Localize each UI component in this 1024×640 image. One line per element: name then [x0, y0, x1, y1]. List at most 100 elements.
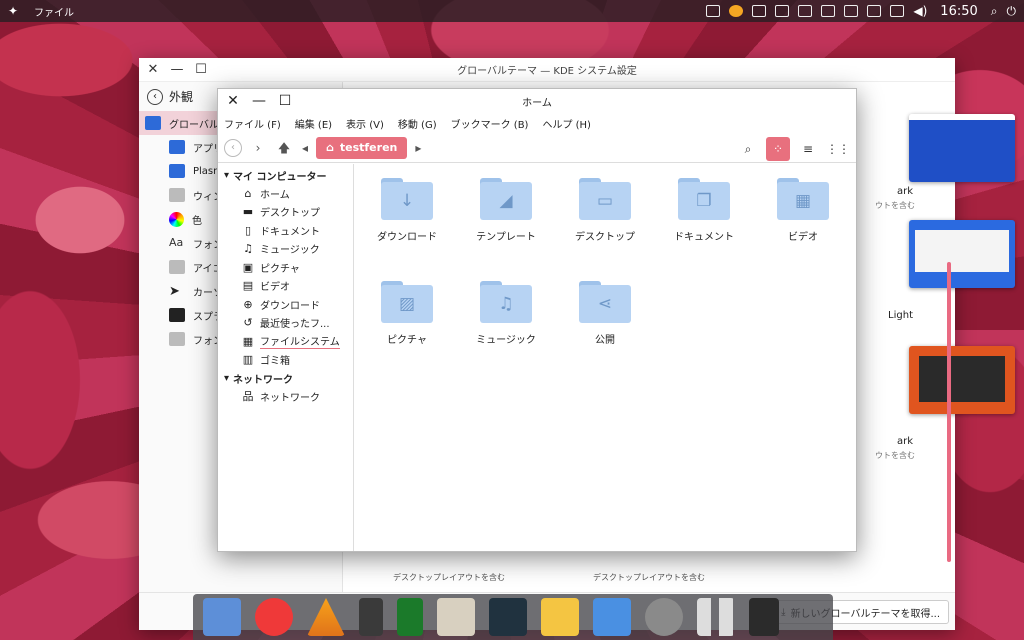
sidebar-item-label: グローバル [169, 119, 219, 131]
keyboard-icon[interactable] [706, 5, 721, 17]
share-folder-icon: ⋖ [579, 285, 631, 323]
clock[interactable]: 16:50 [940, 4, 977, 19]
music-folder-icon: ♫ [480, 285, 532, 323]
menu-go[interactable]: 移動 (G) [398, 116, 437, 131]
shutdown-icon[interactable]: ⏻ [1007, 4, 1017, 19]
theme-name: Light [888, 310, 913, 321]
minimize-icon[interactable]: — [167, 62, 187, 77]
place-desktop[interactable]: ▬ デスクトップ [218, 203, 353, 222]
place-filesystem[interactable]: ▦ ファイルシステム [218, 332, 353, 351]
places-panel: ▾ マイ コンピューター ⌂ ホーム ▬ デスクトップ ▯ ドキュメント ♫ ミュージック… [218, 164, 354, 551]
folder-pictures[interactable]: ▨ ピクチャ [362, 281, 452, 346]
folder-desktop[interactable]: ▭ デスクトップ [560, 178, 650, 243]
place-network[interactable]: 品ネットワーク [218, 387, 353, 406]
details-view-icon[interactable]: ⋮⋮ [826, 137, 850, 161]
system-monitor-icon[interactable] [489, 598, 527, 636]
theme-thumbnail-orange-dark[interactable] [909, 346, 1015, 414]
close-icon[interactable]: ✕ [222, 93, 244, 109]
up-icon[interactable]: 🡅 [274, 138, 294, 158]
app-grid-icon[interactable] [697, 598, 735, 636]
network-icon[interactable] [890, 5, 905, 17]
desktop-icon: ▬ [242, 205, 254, 219]
back-label: 外観 [169, 90, 194, 104]
cursor-icon: ➤ [169, 284, 180, 299]
breadcrumb-right-icon[interactable]: ▸ [413, 138, 423, 158]
notepad-icon[interactable] [397, 598, 423, 636]
place-label: ドキュメント [260, 226, 320, 238]
folder-downloads[interactable]: ↓ ダウンロード [362, 178, 452, 243]
search-icon[interactable]: ⌕ [736, 137, 760, 161]
store-icon[interactable] [593, 598, 631, 636]
place-videos[interactable]: ▤ ビデオ [218, 277, 353, 296]
folder-name: ビデオ [788, 232, 818, 243]
theme-thumbnail-dark[interactable] [909, 114, 1015, 182]
folder-music[interactable]: ♫ ミュージック [461, 281, 551, 346]
screen-icon[interactable] [844, 5, 859, 17]
network-group-header[interactable]: ▾ ネットワーク [218, 369, 353, 387]
place-documents[interactable]: ▯ ドキュメント [218, 221, 353, 240]
notes-icon[interactable] [359, 598, 383, 636]
place-home[interactable]: ⌂ ホーム [218, 184, 353, 203]
sidebar-item-label: 色 [192, 215, 202, 227]
menu-help[interactable]: ヘルプ (H) [542, 116, 591, 131]
forward-icon[interactable]: › [248, 138, 268, 158]
folder-videos[interactable]: ▦ ビデオ [758, 178, 848, 243]
place-recent[interactable]: ↺ 最近使ったフ... [218, 314, 353, 333]
picture-icon: ▣ [242, 260, 254, 274]
home-icon: ⌂ [326, 141, 334, 154]
folder-name: テンプレート [476, 232, 536, 243]
menu-bar: ファイル (F) 編集 (E) 表示 (V) 移動 (G) ブックマーク (B)… [218, 113, 856, 133]
folder-documents[interactable]: ❐ ドキュメント [659, 178, 749, 243]
menu-bookmarks[interactable]: ブックマーク (B) [451, 116, 529, 131]
desktop-folder-icon: ▭ [579, 182, 631, 220]
plasma-style-icon [169, 164, 185, 178]
place-label: ネットワーク [260, 392, 320, 404]
back-icon[interactable]: ‹ [224, 138, 242, 157]
menu-view[interactable]: 表示 (V) [346, 116, 384, 131]
vivaldi-icon[interactable] [255, 598, 293, 636]
clipboard-icon[interactable] [752, 5, 767, 17]
scrollbar[interactable] [947, 262, 951, 562]
maximize-icon[interactable]: ☐ [274, 93, 296, 109]
trash-icon: ▥ [242, 353, 254, 367]
photos-icon[interactable] [437, 598, 475, 636]
active-app-title[interactable]: ファイル [34, 4, 74, 19]
place-trash[interactable]: ▥ ゴミ箱 [218, 351, 353, 370]
place-pictures[interactable]: ▣ ピクチャ [218, 258, 353, 277]
menu-edit[interactable]: 編集 (E) [295, 116, 332, 131]
usb-icon[interactable] [798, 5, 813, 17]
theme-thumbnail-light[interactable] [909, 220, 1015, 288]
place-downloads[interactable]: ⊕ ダウンロード [218, 295, 353, 314]
file-manager-window: ✕ — ☐ ホーム ファイル (F) 編集 (E) 表示 (V) 移動 (G) … [217, 88, 857, 552]
feren-logo-icon[interactable]: ✦ [8, 5, 22, 17]
vault-icon[interactable] [775, 5, 790, 17]
close-icon[interactable]: ✕ [143, 62, 163, 77]
folder-templates[interactable]: ◢ テンプレート [461, 178, 551, 243]
display-icon[interactable] [821, 5, 836, 17]
place-music[interactable]: ♫ ミュージック [218, 240, 353, 259]
maximize-icon[interactable]: ☐ [191, 62, 211, 77]
app-style-icon [169, 140, 185, 154]
update-icon[interactable] [729, 5, 744, 17]
trash-icon[interactable] [749, 598, 779, 636]
folder-public[interactable]: ⋖ 公開 [560, 281, 650, 346]
recent-icon: ↺ [243, 316, 253, 330]
files-app-icon[interactable] [203, 598, 241, 636]
folder-name: デスクトップ [575, 232, 635, 243]
minimize-icon[interactable]: — [248, 93, 270, 109]
volume-icon[interactable]: ◀) [913, 4, 927, 18]
breadcrumb[interactable]: ⌂ testferen [316, 136, 408, 159]
presentation-icon[interactable] [867, 5, 882, 17]
icon-view-icon[interactable]: ⁘ [766, 137, 790, 161]
menu-file[interactable]: ファイル (F) [224, 116, 281, 131]
places-group-header[interactable]: ▾ マイ コンピューター [218, 166, 353, 184]
mail-icon[interactable] [541, 598, 579, 636]
music-icon: ♫ [243, 242, 253, 256]
settings-gear-icon[interactable] [645, 598, 683, 636]
vlc-icon[interactable] [307, 598, 345, 636]
breadcrumb-left-icon[interactable]: ◂ [300, 138, 310, 158]
theme-subtitle: ウトを含む [875, 201, 915, 210]
compact-view-icon[interactable]: ≡ [796, 137, 820, 161]
search-icon[interactable]: ⌕ [991, 4, 998, 19]
folder-name: ダウンロード [377, 232, 437, 243]
